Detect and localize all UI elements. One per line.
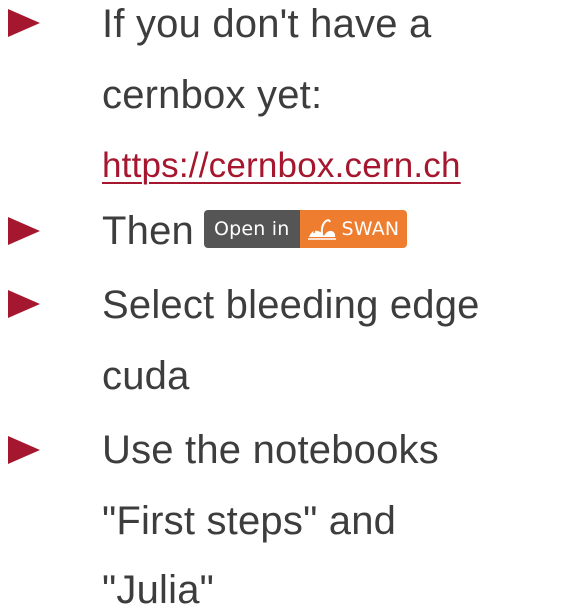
badge-swan-label: SWAN: [341, 218, 400, 241]
slide-bullet-list: If you don't have a cernbox yet: https:/…: [0, 0, 570, 611]
bullet-4-line-2: "First steps" and: [102, 499, 397, 543]
bullet-1-line-2: cernbox yet:: [102, 73, 323, 117]
badge-swan-section: SWAN: [299, 210, 408, 249]
bullet-arrow-icon: [8, 290, 40, 318]
bullet-1-line-1: If you don't have a: [102, 2, 432, 46]
bullet-2-text: Then: [102, 209, 194, 253]
badge-open-in-label: Open in: [203, 210, 300, 249]
cernbox-link[interactable]: https://cernbox.cern.ch: [102, 146, 461, 185]
bullet-4-line-1: Use the notebooks: [102, 428, 439, 472]
open-in-swan-badge[interactable]: Open in SWAN: [203, 210, 408, 249]
cernbox-link-line: https://cernbox.cern.ch: [102, 140, 461, 190]
bullet-arrow-icon: [8, 436, 40, 464]
bullet-3-line-1: Select bleeding edge: [102, 283, 480, 327]
bullet-4-line-3: "Julia": [102, 568, 215, 611]
swan-logo-icon: [307, 219, 336, 241]
bullet-2-line: Then Open in SWAN: [102, 207, 408, 255]
bullet-arrow-icon: [8, 9, 40, 37]
bullet-arrow-icon: [8, 217, 40, 245]
bullet-3-line-2: cuda: [102, 354, 190, 398]
